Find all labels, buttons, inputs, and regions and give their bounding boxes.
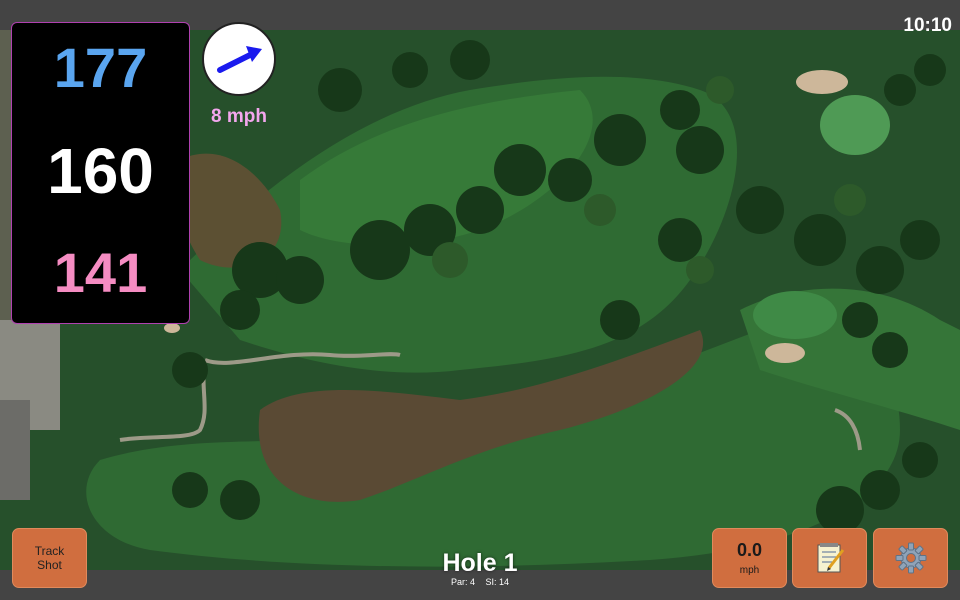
si-label: SI: 14 [485, 577, 510, 587]
front-yardage: 141 [53, 241, 148, 304]
yardage-panel: 177 160 141 [11, 22, 190, 324]
back-yardage: 177 [53, 36, 148, 99]
track-shot-button[interactable]: Track Shot [12, 528, 87, 588]
speed-value: 0.0 [736, 540, 763, 560]
hole-title: Hole 1 [442, 549, 518, 577]
wind-arrow-icon [217, 46, 262, 73]
wind-compass [202, 22, 276, 96]
status-clock: 10:10 [903, 15, 952, 36]
track-shot-label-line2: Shot [37, 558, 62, 572]
par-label: Par: 4 [450, 577, 475, 587]
settings-button[interactable] [873, 528, 948, 588]
speed-unit: mph [739, 565, 760, 576]
track-shot-label-line1: Track [34, 544, 65, 558]
notepad-icon [817, 543, 844, 573]
notes-button[interactable] [792, 528, 867, 588]
center-yardage: 160 [47, 134, 154, 207]
hole-info: Par: 4 SI: 14 [380, 577, 580, 587]
wind-speed: 8 mph [211, 106, 267, 127]
gear-icon [895, 542, 926, 574]
speed-button[interactable]: 0.0 mph [712, 528, 787, 588]
